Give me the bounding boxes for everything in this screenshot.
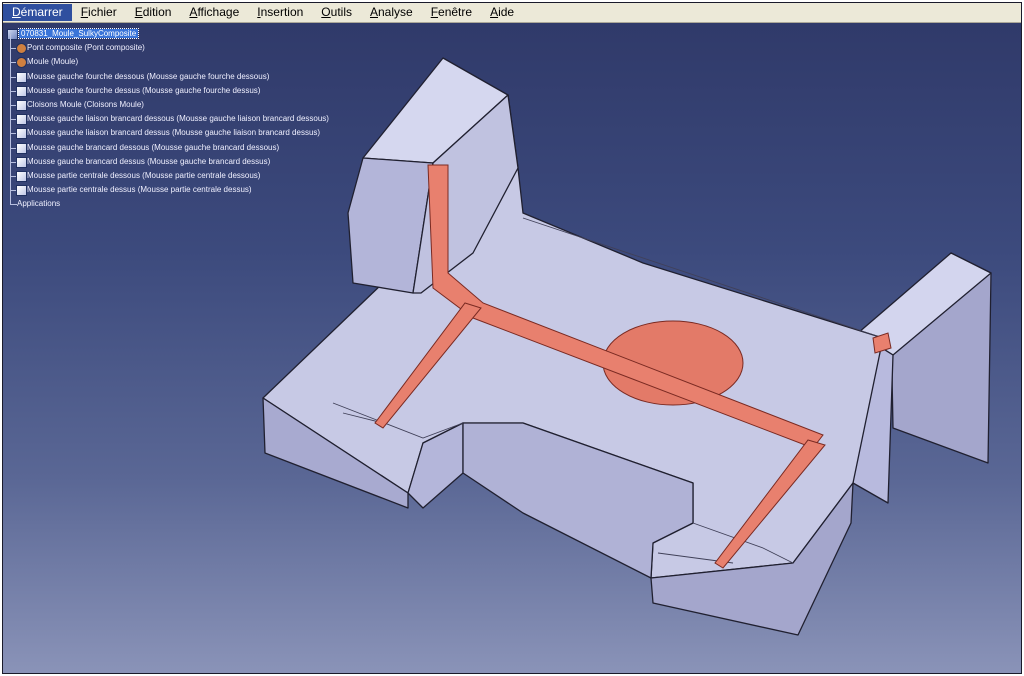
menu-demarrer[interactable]: Démarrer <box>3 4 72 21</box>
menu-affichage[interactable]: Affichage <box>180 4 248 21</box>
gear-icon <box>16 57 27 69</box>
menu-bar: Démarrer Fichier Edition Affichage Inser… <box>3 3 1021 23</box>
part-icon <box>16 156 27 168</box>
menu-analyse[interactable]: Analyse <box>361 4 422 21</box>
tree-node[interactable]: Mousse partie centrale dessus (Mousse pa… <box>7 176 329 197</box>
tree-node[interactable]: Mousse gauche liaison brancard dessous (… <box>7 105 329 126</box>
tree-node[interactable]: Mousse gauche fourche dessus (Mousse gau… <box>7 76 329 98</box>
tree-node[interactable]: Pont composite (Pont composite) <box>7 34 329 55</box>
specification-tree: 070831_Moule_SulkyComposite Pont composi… <box>7 27 329 211</box>
part-icon <box>16 99 27 111</box>
tree-root-label: 070831_Moule_SulkyComposite <box>17 28 140 39</box>
tree-node[interactable]: Mousse gauche fourche dessous (Mousse ga… <box>7 62 329 84</box>
part-icon <box>16 114 27 126</box>
tree-root-node[interactable]: 070831_Moule_SulkyComposite <box>7 27 329 41</box>
part-icon <box>16 128 27 140</box>
part-icon <box>16 85 27 97</box>
part-icon <box>16 71 27 83</box>
menu-aide[interactable]: Aide <box>481 4 523 21</box>
part-icon <box>16 185 27 197</box>
gear-icon <box>16 43 27 55</box>
menu-insertion[interactable]: Insertion <box>248 4 312 21</box>
tree-node[interactable]: Mousse gauche liaison brancard dessus (M… <box>7 119 329 140</box>
menu-edition[interactable]: Edition <box>126 4 181 21</box>
tree-node[interactable]: Mousse partie centrale dessous (Mousse p… <box>7 161 329 183</box>
tree-node[interactable]: Mousse gauche brancard dessus (Mousse ga… <box>7 147 329 169</box>
menu-fichier[interactable]: Fichier <box>72 4 126 21</box>
tree-node[interactable]: Cloisons Moule (Cloisons Moule) <box>7 90 329 112</box>
tree-node-applications[interactable]: Applications <box>7 190 329 211</box>
menu-fenetre[interactable]: Fenêtre <box>422 4 481 21</box>
part-icon <box>16 170 27 182</box>
3d-viewport[interactable]: 070831_Moule_SulkyComposite Pont composi… <box>3 23 1021 673</box>
catia-window: Démarrer Fichier Edition Affichage Inser… <box>2 2 1022 674</box>
menu-outils[interactable]: Outils <box>312 4 361 21</box>
tree-node[interactable]: Moule (Moule) <box>7 48 329 69</box>
tree-node[interactable]: Mousse gauche brancard dessous (Mousse g… <box>7 133 329 155</box>
part-icon <box>16 142 27 154</box>
